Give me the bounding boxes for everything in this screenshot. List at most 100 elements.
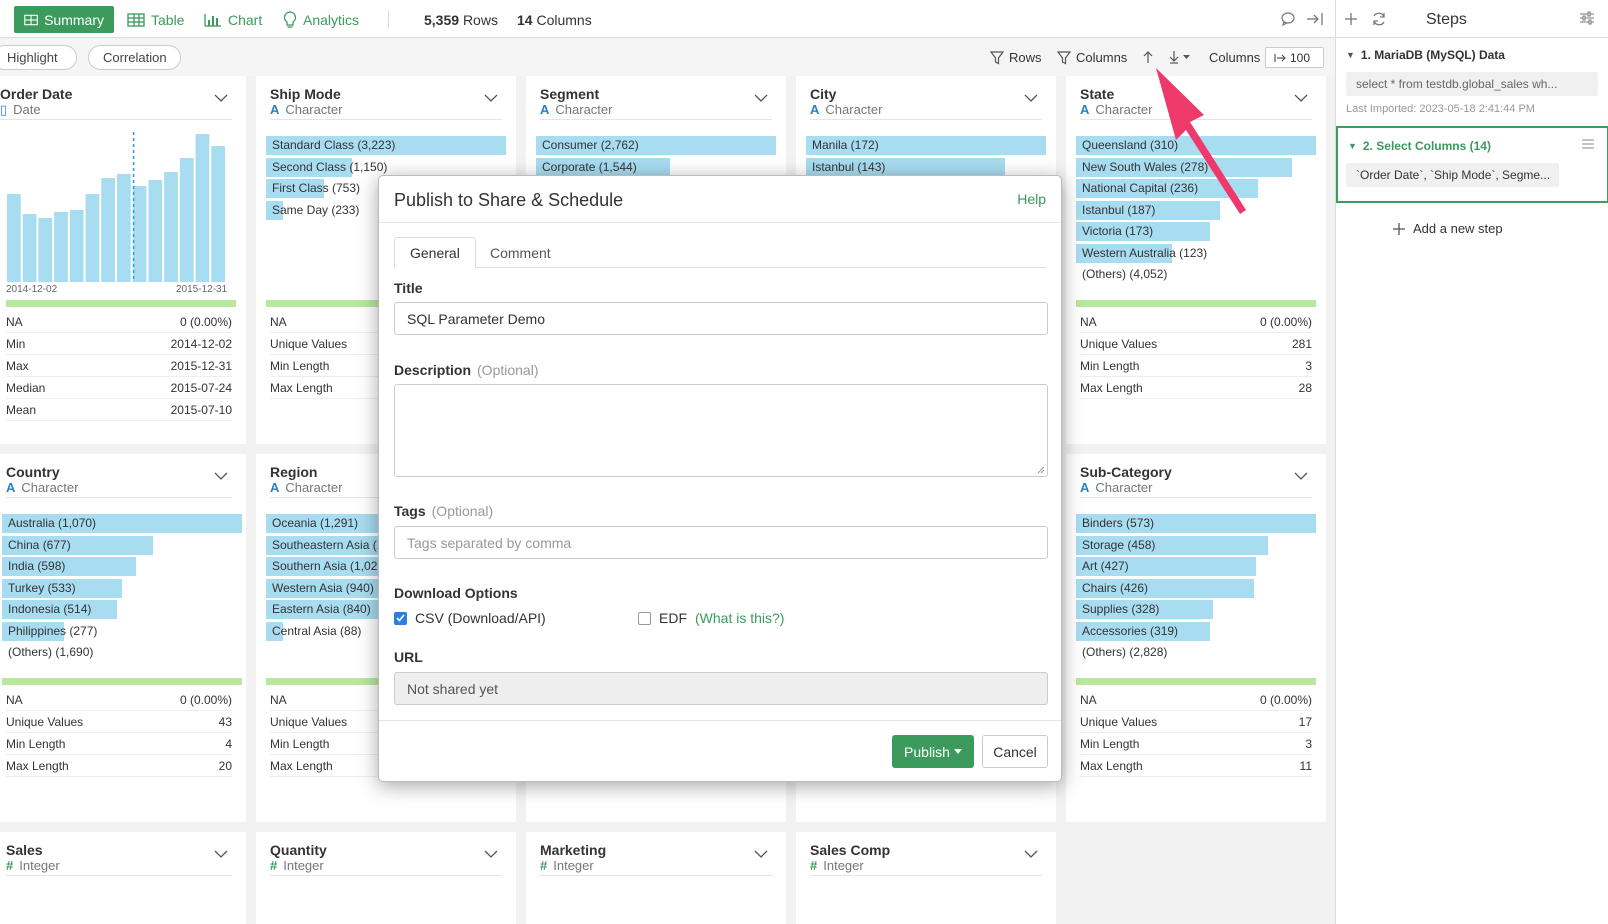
plus-icon[interactable] <box>1344 12 1358 26</box>
chevron-down-icon[interactable] <box>484 850 498 858</box>
chevron-down-icon[interactable] <box>484 94 498 102</box>
stat-label: NA <box>270 314 287 329</box>
settings-sliders-icon[interactable] <box>1579 11 1595 25</box>
step-2[interactable]: ▼ 2. Select Columns (14) `Order Date`, `S… <box>1336 126 1608 203</box>
add-step-button[interactable]: Add a new step <box>1393 221 1503 236</box>
histogram-bar[interactable] <box>38 218 53 282</box>
help-link[interactable]: Help <box>1017 191 1046 207</box>
analytics-label: Analytics <box>303 11 360 28</box>
bar-row[interactable]: Chairs (426) <box>1076 577 1316 599</box>
chevron-down-icon[interactable] <box>754 850 768 858</box>
edf-checkbox[interactable] <box>638 611 651 625</box>
bar-row[interactable]: Storage (458) <box>1076 534 1316 556</box>
step-1[interactable]: ▼ 1. MariaDB (MySQL) Data select * from t… <box>1346 48 1598 115</box>
bar-label: Standard Class (3,223) <box>272 138 396 152</box>
column-type: # Integer <box>270 858 324 873</box>
column-type: A Character <box>540 102 613 117</box>
csv-option[interactable]: CSV (Download/API) <box>394 610 546 626</box>
step-1-meta: Last Imported: 2023-05-18 2:41:44 PM <box>1346 103 1535 115</box>
histogram-bar[interactable] <box>85 194 100 282</box>
bar-row[interactable]: Western Australia (123) <box>1076 242 1316 264</box>
histogram-bar[interactable] <box>148 180 163 282</box>
histogram-bar[interactable] <box>117 174 131 282</box>
columns-filter-label: Columns <box>1076 50 1128 65</box>
bar-row[interactable]: Supplies (328) <box>1076 598 1316 620</box>
stat-label: NA <box>270 692 287 707</box>
title-input[interactable]: SQL Parameter Demo <box>394 302 1048 335</box>
bar-row[interactable]: Indonesia (514) <box>2 598 242 620</box>
histogram-bar[interactable] <box>101 178 115 282</box>
histogram-bar[interactable] <box>132 186 147 282</box>
columns-filter-button[interactable]: Columns <box>1057 50 1127 65</box>
bar-row[interactable]: China (677) <box>2 534 242 556</box>
bar-row[interactable]: (Others) (2,828) <box>1076 641 1316 663</box>
chevron-down-icon[interactable] <box>754 94 768 102</box>
bar-row[interactable]: Accessories (319) <box>1076 620 1316 642</box>
chevron-down-icon[interactable] <box>214 94 228 102</box>
stat-label: Unique Values <box>1080 336 1158 351</box>
header-divider <box>379 222 1061 223</box>
bar-row[interactable]: Istanbul (143) <box>806 156 1046 178</box>
bar-label: Accessories (319) <box>1082 623 1179 638</box>
chevron-down-icon[interactable] <box>1294 472 1308 480</box>
stat-value: 2014-12-02 <box>170 336 232 351</box>
histogram-bar[interactable] <box>69 210 84 282</box>
bar-row[interactable]: Consumer (2,762) <box>536 134 776 156</box>
histogram-bar[interactable] <box>22 214 37 282</box>
bar-row[interactable]: Art (427) <box>1076 555 1316 577</box>
bar-row[interactable]: Second Class (1,150) <box>266 156 506 178</box>
refresh-icon[interactable] <box>1371 11 1387 27</box>
bar-row[interactable]: Standard Class (3,223) <box>266 134 506 156</box>
bar-row[interactable]: Australia (1,070) <box>2 512 242 534</box>
chevron-down-icon[interactable] <box>1024 850 1038 858</box>
analytics-view-button[interactable]: Analytics <box>273 6 369 33</box>
edf-option[interactable]: EDF (What is this?) <box>638 610 784 626</box>
description-textarea[interactable] <box>394 384 1048 477</box>
cancel-button[interactable]: Cancel <box>982 735 1048 768</box>
histogram-bar[interactable] <box>164 172 178 282</box>
bar-row[interactable]: Binders (573) <box>1076 512 1316 534</box>
column-card-quantity: Quantity # Integer <box>256 832 516 924</box>
comment-icon[interactable] <box>1280 11 1296 27</box>
integer-type-icon: # <box>540 858 548 873</box>
bar-row[interactable]: Philippines (277) <box>2 620 242 642</box>
menu-icon[interactable] <box>1582 139 1594 149</box>
resize-handle-icon[interactable] <box>1037 466 1045 474</box>
hist-end-label: 2015-12-31 <box>176 284 228 295</box>
chevron-down-icon[interactable] <box>1024 94 1038 102</box>
chevron-down-icon[interactable] <box>214 472 228 480</box>
histogram-bar[interactable] <box>54 212 68 282</box>
tags-input[interactable]: Tags separated by comma <box>394 526 1048 559</box>
stat-value: 2015-12-31 <box>170 358 232 373</box>
chart-view-button[interactable]: Chart <box>194 6 272 33</box>
tab-comment[interactable]: Comment <box>475 237 566 268</box>
histogram-bar[interactable] <box>195 134 210 282</box>
correlation-button[interactable]: Correlation <box>88 45 181 70</box>
chevron-down-icon[interactable] <box>214 850 228 858</box>
bar-row[interactable]: Victoria (173) <box>1076 220 1316 242</box>
histogram-bar[interactable] <box>179 158 194 282</box>
collapse-panel-icon[interactable] <box>1306 11 1324 27</box>
bar-row[interactable]: India (598) <box>2 555 242 577</box>
stats-table: NA 0 (0.00%) Unique Values 281 Min Length 3 Ma… <box>1080 311 1312 399</box>
bar-row[interactable]: (Others) (4,052) <box>1076 263 1316 285</box>
chevron-down-icon[interactable] <box>1294 94 1308 102</box>
tab-general[interactable]: General <box>394 237 476 268</box>
bar-row[interactable]: Manila (172) <box>806 134 1046 156</box>
histogram-bar[interactable] <box>211 146 225 282</box>
rows-filter-button[interactable]: Rows <box>990 50 1042 65</box>
bar-row[interactable]: Turkey (533) <box>2 577 242 599</box>
bar-row[interactable]: (Others) (1,690) <box>2 641 242 663</box>
summary-view-button[interactable]: Summary <box>14 6 114 33</box>
edf-info-link[interactable]: (What is this?) <box>695 610 784 626</box>
table-view-button[interactable]: Table <box>117 6 194 33</box>
bar-row[interactable]: Corporate (1,544) <box>536 156 776 178</box>
columns-count-input[interactable]: 100 <box>1265 47 1324 68</box>
step-2-title: ▼ 2. Select Columns (14) <box>1348 139 1491 153</box>
publish-button[interactable]: Publish <box>892 735 974 768</box>
bar-label: Central Asia (88) <box>272 623 362 638</box>
stat-label: Min <box>6 336 26 351</box>
csv-checkbox[interactable] <box>394 611 407 625</box>
histogram-bar[interactable] <box>7 194 21 282</box>
highlight-button[interactable]: Highlight <box>0 45 77 70</box>
